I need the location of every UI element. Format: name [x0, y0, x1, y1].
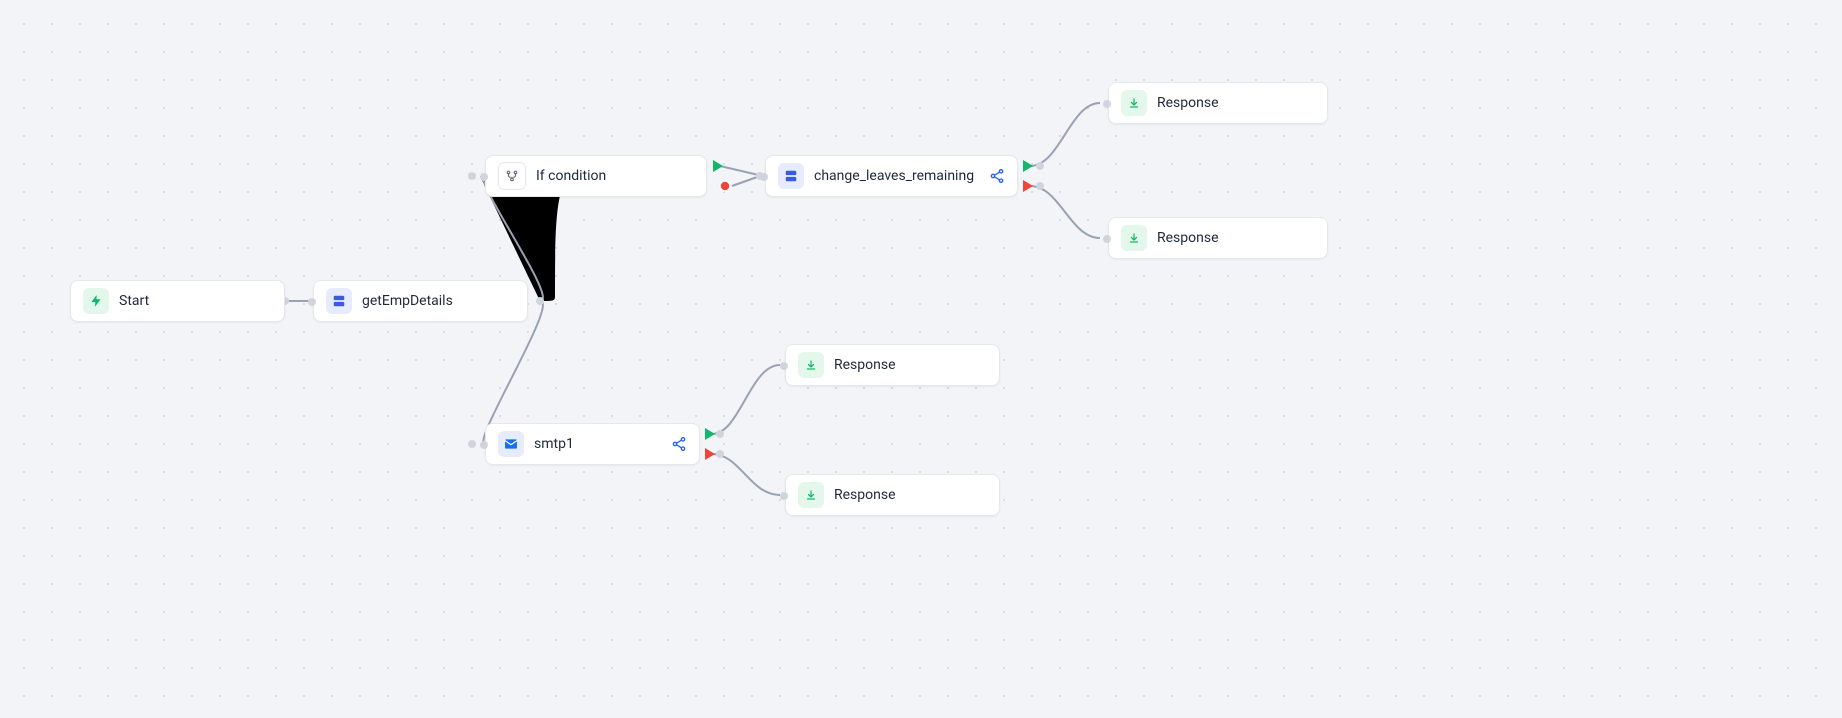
node-label: Response [1157, 230, 1315, 246]
node-response[interactable]: Response [1108, 217, 1328, 259]
data-block-icon [326, 288, 352, 314]
node-label: smtp1 [534, 436, 663, 452]
node-change-leaves-remaining[interactable]: change_leaves_remaining [765, 155, 1018, 197]
node-label: Response [1157, 95, 1315, 111]
share-icon [989, 168, 1005, 184]
node-get-emp-details[interactable]: getEmpDetails [313, 280, 528, 322]
node-label: Response [834, 357, 987, 373]
node-smtp1[interactable]: smtp1 [485, 423, 700, 465]
lightning-icon [83, 288, 109, 314]
node-label: change_leaves_remaining [814, 168, 981, 184]
node-label: Start [119, 293, 272, 309]
branch-icon [498, 162, 526, 190]
node-if-condition[interactable]: If condition [485, 155, 707, 197]
download-icon [1121, 90, 1147, 116]
node-start[interactable]: Start [70, 280, 285, 322]
node-label: If condition [536, 168, 694, 184]
download-icon [1121, 225, 1147, 251]
share-icon [671, 436, 687, 452]
mail-icon [498, 431, 524, 457]
node-label: getEmpDetails [362, 293, 515, 309]
download-icon [798, 352, 824, 378]
download-icon [798, 482, 824, 508]
node-label: Response [834, 487, 987, 503]
node-response[interactable]: Response [1108, 82, 1328, 124]
node-response[interactable]: Response [785, 344, 1000, 386]
node-response[interactable]: Response [785, 474, 1000, 516]
data-block-icon [778, 163, 804, 189]
